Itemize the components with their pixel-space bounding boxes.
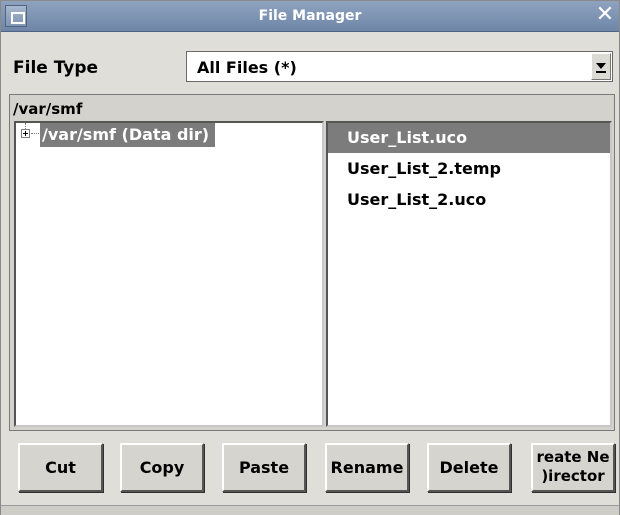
file-type-value: All Files (*) [197,58,297,77]
list-item[interactable]: User_List_2.temp [328,154,610,184]
status-strip [1,505,619,515]
file-type-label: File Type [13,58,99,78]
browser-panel: /var/smf /var/smf (Data dir) User_List.u… [9,94,615,431]
current-path: /var/smf [13,100,83,118]
tree-connector [31,133,39,135]
tree-expand-plus-icon[interactable] [21,129,30,138]
copy-button[interactable]: Copy [120,443,204,492]
title-bar[interactable]: File Manager ✕ [1,1,619,32]
file-manager-window: File Manager ✕ File Type All Files (*) /… [0,0,620,515]
file-type-select[interactable]: All Files (*) [186,51,613,82]
create-directory-label-line1: reate Ne [536,448,610,466]
chevron-down-icon[interactable] [591,53,611,80]
list-item[interactable]: User_List.uco [328,123,610,153]
tree-node-data-dir[interactable]: /var/smf (Data dir) [40,123,216,147]
rename-button[interactable]: Rename [325,443,409,492]
close-icon[interactable]: ✕ [593,4,617,28]
file-list[interactable]: User_List.uco User_List_2.temp User_List… [326,121,612,427]
cut-button[interactable]: Cut [18,443,103,492]
window-title: File Manager [258,8,362,24]
delete-button[interactable]: Delete [427,443,511,492]
directory-tree[interactable]: /var/smf (Data dir) [14,121,324,427]
paste-button[interactable]: Paste [222,443,306,492]
list-item[interactable]: User_List_2.uco [328,185,610,215]
create-directory-label-line2: )irector [541,467,605,485]
create-new-directory-button[interactable]: reate Ne )irector [531,443,615,492]
